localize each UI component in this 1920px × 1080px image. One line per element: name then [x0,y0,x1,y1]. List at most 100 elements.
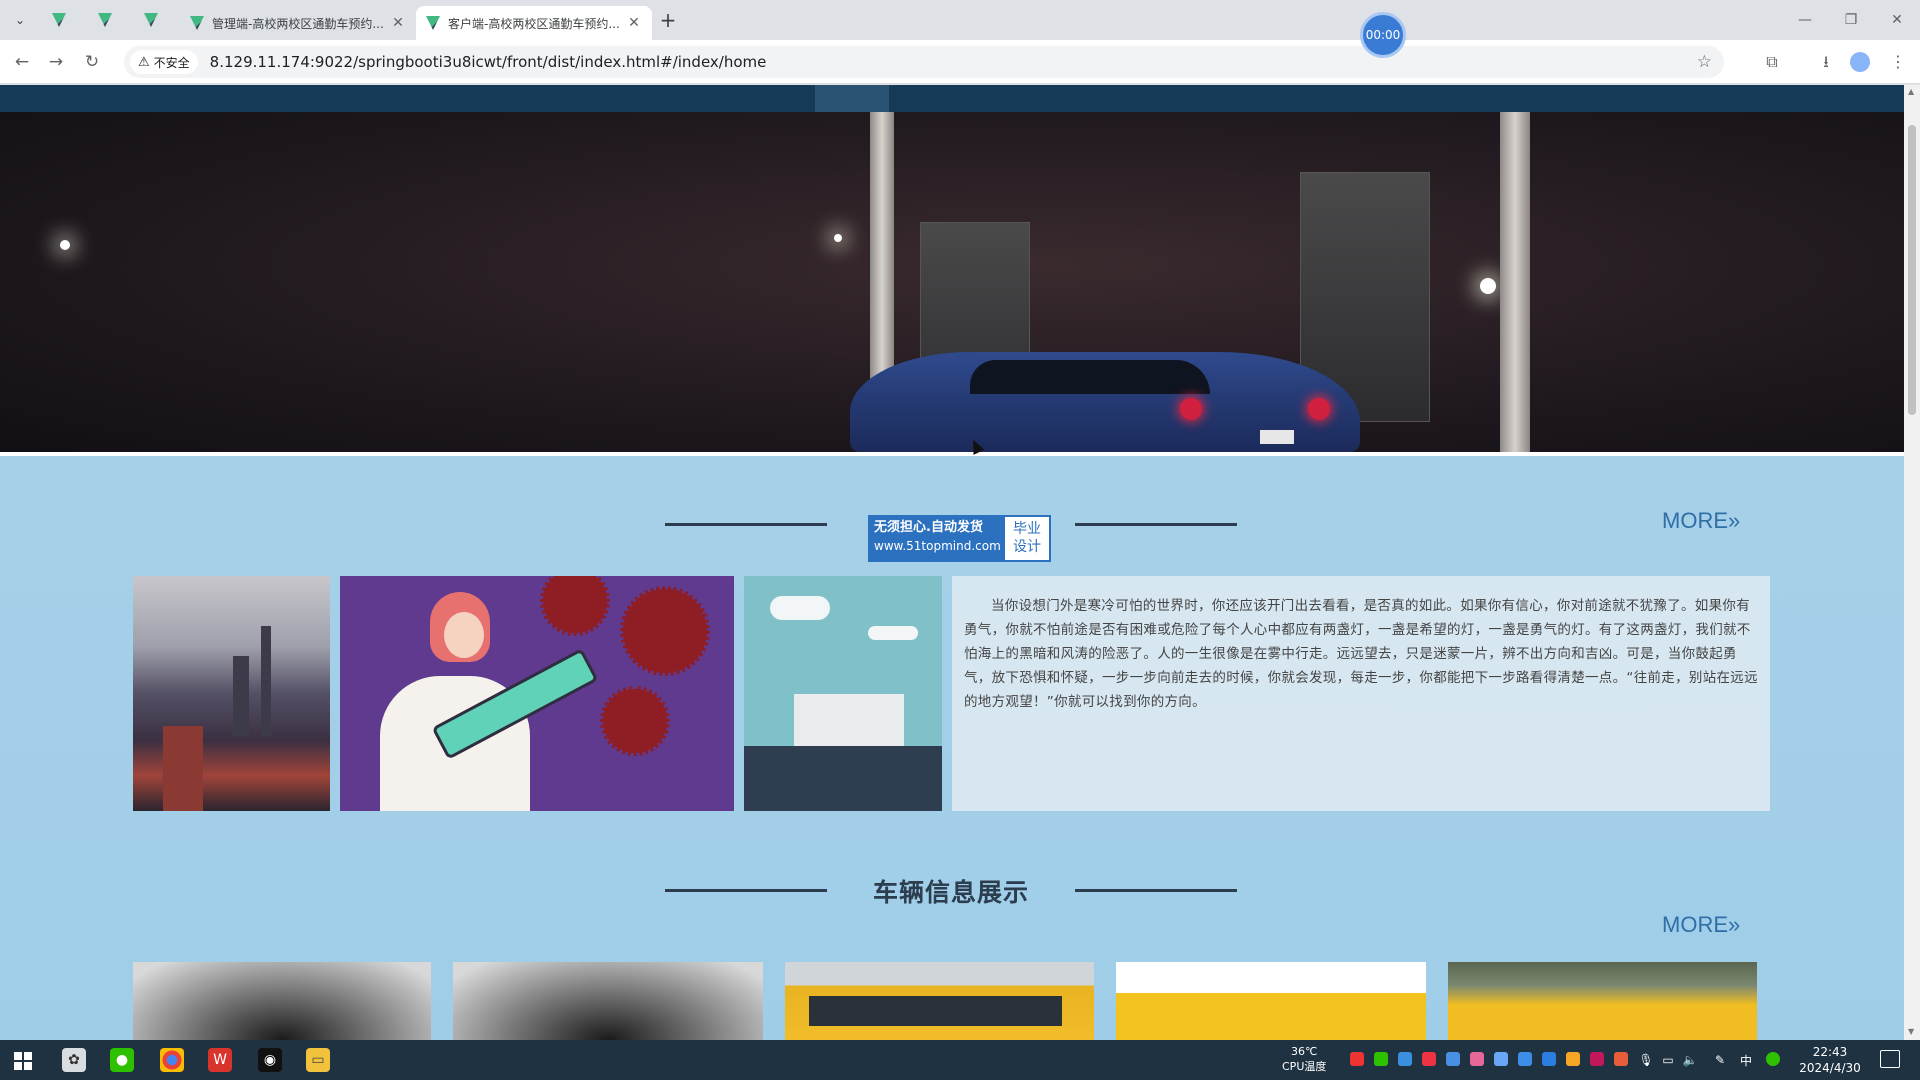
app-icon[interactable]: ✿ [62,1048,86,1072]
tray-icon[interactable] [1590,1052,1604,1066]
pinned-tab-2[interactable] [90,8,120,32]
license-plate [1260,430,1294,444]
tray-icon[interactable] [1542,1052,1556,1066]
scroll-up-icon[interactable]: ▲ [1908,87,1914,96]
cpu-temp[interactable]: 36℃ CPU温度 [1282,1044,1326,1074]
forward-icon[interactable]: → [44,50,68,74]
section-line-left [665,523,827,526]
system-clock[interactable]: 22:43 2024/4/30 [1790,1044,1870,1076]
top-nav-strip [0,85,1904,112]
pinned-tab-1[interactable] [44,8,74,32]
tray-icon[interactable] [1374,1052,1388,1066]
vue-icon [190,16,204,30]
close-tab-icon[interactable]: ✕ [626,15,642,31]
doctor-face [444,612,484,658]
scrollbar-thumb[interactable] [1908,125,1916,415]
news-image-city[interactable] [133,576,330,811]
watermark-left: 无须担心.自动发货 www.51topmind.com [870,517,1005,560]
microphone-icon[interactable]: 🎙 [1634,1048,1658,1072]
tray-icon[interactable] [1398,1052,1412,1066]
scroll-down-icon[interactable]: ▼ [1908,1027,1914,1036]
reload-icon[interactable]: ↻ [80,50,104,74]
close-tab-icon[interactable]: ✕ [390,15,406,31]
tab-search-icon[interactable]: ⌄ [8,8,32,32]
street-light [60,240,70,250]
notification-icon[interactable] [1880,1050,1900,1068]
vehicle-card[interactable] [1116,962,1426,1040]
qq-icon[interactable]: ◉ [258,1048,282,1072]
windows-start-icon[interactable] [14,1052,32,1070]
building [261,626,271,736]
browser-tab-bar: ⌄ 管理端-高校两校区通勤车预约... ✕ 客户端-高校两校区通勤车预约... … [0,0,1920,40]
tab-admin[interactable]: 管理端-高校两校区通勤车预约... ✕ [180,6,416,40]
nav-active-item[interactable] [815,85,889,112]
news-text-box[interactable]: 当你设想门外是寒冷可怕的世界时，你还应该开门出去看看，是否真的如此。如果你有信心… [952,576,1770,811]
vue-icon [98,13,112,27]
back-icon[interactable]: ← [10,50,34,74]
volume-icon[interactable]: 🔈 [1678,1048,1702,1072]
news-paragraph: 当你设想门外是寒冷可怕的世界时，你还应该开门出去看看，是否真的如此。如果你有信心… [964,598,1758,710]
address-bar[interactable]: ⚠ 不安全 8.129.11.174:9022/springbooti3u8ic… [124,46,1724,78]
minimize-icon[interactable]: — [1782,0,1828,40]
watermark-badge: 无须担心.自动发货 www.51topmind.com 毕业 设计 [868,515,1051,562]
vehicle-card[interactable] [133,962,431,1040]
clock-date: 2024/4/30 [1799,1061,1861,1075]
download-icon[interactable]: ⭳ [1814,50,1838,74]
ime-indicator[interactable]: 中 [1734,1048,1758,1072]
tab-title: 管理端-高校两校区通勤车预约... [212,16,384,31]
close-window-icon[interactable]: ✕ [1874,0,1920,40]
page-viewport: MORE» 当你设想门外是寒冷可怕的世界时，你还应该开门出去看看，是否真的如此。… [0,85,1904,1040]
file-explorer-icon[interactable]: ▭ [306,1048,330,1072]
network-icon[interactable]: ▭ [1656,1048,1680,1072]
url-text[interactable]: 8.129.11.174:9022/springbooti3u8icwt/fro… [210,53,767,71]
profile-avatar[interactable] [1850,52,1870,72]
page-scrollbar[interactable]: ▲ ▼ [1904,85,1920,1040]
security-chip[interactable]: ⚠ 不安全 [130,50,198,74]
banner-carousel-image[interactable] [0,112,1904,452]
tray-icon[interactable] [1566,1052,1580,1066]
tab-client[interactable]: 客户端-高校两校区通勤车预约... ✕ [416,6,652,40]
more-link[interactable]: MORE» [1662,912,1740,938]
browser-toolbar: ← → ↻ ⚠ 不安全 8.129.11.174:9022/springboot… [0,40,1920,84]
security-label: 不安全 [153,55,190,70]
restore-icon[interactable]: ❐ [1828,0,1874,40]
menu-icon[interactable]: ⋮ [1886,50,1910,74]
extensions-icon[interactable]: ⧉ [1760,50,1784,74]
news-image-doctor[interactable] [340,576,734,811]
wps-icon[interactable]: W [208,1048,232,1072]
bus-windshield [809,996,1063,1026]
watermark-line2: www.51topmind.com [874,539,1001,553]
car-window [970,360,1210,394]
news-image-ship[interactable] [744,576,942,811]
tab-title: 客户端-高校两校区通勤车预约... [448,16,620,31]
pen-icon[interactable]: ✎ [1708,1048,1732,1072]
vehicle-card[interactable] [785,962,1094,1040]
tray-icon[interactable] [1766,1052,1780,1066]
building [233,656,249,736]
tray-icon[interactable] [1422,1052,1436,1066]
cloud [868,626,918,640]
bookmark-star-icon[interactable]: ☆ [1697,52,1712,72]
section-title-vehicles: 车辆信息展示 [873,878,1030,907]
tray-icon[interactable] [1614,1052,1628,1066]
section-line-right [1075,889,1237,892]
street-light [1480,278,1496,294]
tray-icon[interactable] [1350,1052,1364,1066]
pinned-tab-3[interactable] [136,8,166,32]
vehicle-card[interactable] [1448,962,1757,1040]
recording-timer[interactable]: 00:00 [1360,12,1406,58]
vehicle-card[interactable] [453,962,763,1040]
building [163,726,203,811]
more-link[interactable]: MORE» [1662,508,1740,534]
chrome-icon[interactable] [160,1048,184,1072]
new-tab-button[interactable]: + [656,8,680,32]
tray-icon[interactable] [1470,1052,1484,1066]
sea [744,746,942,811]
tray-icon[interactable] [1446,1052,1460,1066]
tail-light [1308,398,1330,420]
watermark-badge1: 毕业 [1013,521,1041,537]
tray-icon[interactable] [1518,1052,1532,1066]
tray-icon[interactable] [1494,1052,1508,1066]
wechat-icon[interactable]: ● [110,1048,134,1072]
clock-time: 22:43 [1812,1045,1848,1059]
